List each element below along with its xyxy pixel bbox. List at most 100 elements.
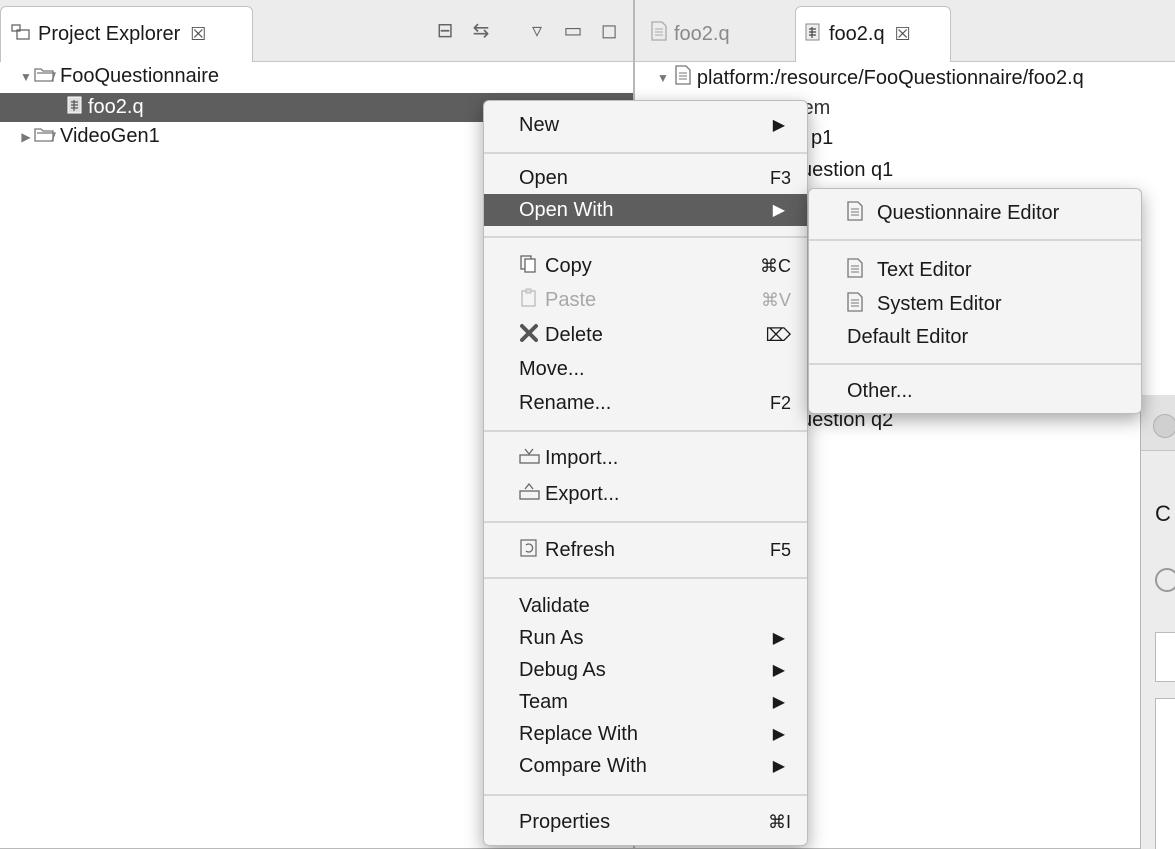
folder-icon	[34, 65, 56, 88]
menu-separator	[484, 236, 807, 238]
menu-item-team[interactable]: Team ▶	[484, 686, 807, 718]
menu-item-other[interactable]: Other...	[809, 375, 1141, 407]
dialog-window: C	[1140, 395, 1175, 849]
menu-item-label: New	[519, 113, 560, 136]
close-icon[interactable]: ☒	[895, 24, 911, 45]
open-with-submenu: Questionnaire Editor Text Editor System …	[808, 188, 1142, 414]
submenu-arrow-icon: ▶	[772, 202, 785, 219]
dialog-list[interactable]	[1155, 698, 1175, 849]
tab-foo2-q-active[interactable]: foo2.q ☒	[795, 6, 951, 62]
submenu-arrow-icon: ▶	[772, 758, 785, 775]
window-close-icon[interactable]	[1153, 414, 1175, 438]
submenu-arrow-icon: ▶	[772, 694, 785, 711]
menu-item-export[interactable]: Export...	[484, 478, 807, 510]
menu-item-debug-as[interactable]: Debug As ▶	[484, 654, 807, 686]
menu-separator	[484, 521, 807, 523]
collapsed-arrow-icon[interactable]: ▶	[18, 130, 34, 144]
tab-label: foo2.q	[829, 23, 885, 45]
document-icon	[847, 291, 877, 317]
paste-icon	[519, 288, 545, 313]
tree-item-label: VideoGen1	[60, 125, 160, 147]
expanded-arrow-icon[interactable]: ▼	[657, 71, 669, 85]
collapse-all-icon[interactable]: ⊟	[434, 18, 456, 43]
export-icon	[519, 482, 545, 506]
project-explorer-icon	[11, 23, 31, 47]
context-menu: New ▶ Open F3 Open With ▶ Copy ⌘C Paste …	[483, 100, 808, 846]
menu-item-label: System Editor	[877, 292, 1002, 315]
menu-item-open[interactable]: Open F3	[484, 162, 807, 194]
menu-item-label: Questionnaire Editor	[877, 201, 1060, 224]
editor-tree-p1[interactable]: p1	[811, 123, 833, 153]
menu-item-label: Paste	[545, 288, 597, 311]
menu-item-move[interactable]: Move...	[484, 353, 807, 385]
delete-key-icon: ⌦	[765, 324, 791, 345]
maximize-icon[interactable]: ◻	[598, 18, 620, 43]
menu-item-replace-with[interactable]: Replace With ▶	[484, 718, 807, 750]
menu-item-label: Delete	[545, 323, 603, 346]
menu-item-label: Import...	[545, 446, 619, 469]
menu-item-run-as[interactable]: Run As ▶	[484, 622, 807, 654]
menu-item-label: Text Editor	[877, 258, 972, 281]
view-menu-icon[interactable]: ▿	[526, 18, 548, 43]
editor-tree-question-q1[interactable]: uestion q1	[801, 155, 893, 185]
import-icon	[519, 447, 545, 470]
menu-item-validate[interactable]: Validate	[484, 590, 807, 622]
menu-item-properties[interactable]: Properties ⌘I	[484, 806, 807, 838]
menu-item-paste[interactable]: Paste ⌘V	[484, 284, 807, 316]
folder-icon	[34, 125, 56, 148]
menu-shortcut: F2	[769, 392, 791, 413]
menu-item-label: Debug As	[519, 658, 606, 681]
menu-item-label: Rename...	[519, 391, 612, 414]
submenu-arrow-icon: ▶	[772, 662, 785, 679]
menu-item-refresh[interactable]: Refresh F5	[484, 534, 807, 566]
menu-shortcut: F5	[769, 539, 791, 560]
submenu-arrow-icon: ▶	[772, 726, 785, 743]
menu-item-label: Team	[519, 690, 568, 713]
menu-item-copy[interactable]: Copy ⌘C	[484, 250, 807, 282]
menu-separator	[809, 363, 1141, 365]
dialog-text-field[interactable]	[1155, 632, 1175, 682]
minimize-icon[interactable]: ▭	[562, 18, 584, 43]
menu-item-open-with[interactable]: Open With ▶	[484, 194, 807, 226]
menu-separator	[484, 430, 807, 432]
document-icon	[675, 65, 691, 91]
menu-item-label: Compare With	[519, 754, 647, 777]
menu-item-compare-with[interactable]: Compare With ▶	[484, 750, 807, 782]
menu-item-label: Properties	[519, 810, 611, 833]
menu-item-new[interactable]: New ▶	[484, 109, 807, 141]
menu-item-label: Open With	[519, 198, 614, 221]
close-icon[interactable]: ☒	[190, 24, 206, 45]
menu-shortcut: F3	[769, 167, 791, 188]
menu-separator	[484, 794, 807, 796]
menu-item-rename[interactable]: Rename... F2	[484, 387, 807, 419]
document-icon	[651, 21, 667, 47]
editor-tabbar: foo2.q foo2.q ☒	[635, 0, 1175, 62]
menu-item-import[interactable]: Import...	[484, 442, 807, 474]
menu-item-label: Refresh	[545, 538, 616, 561]
expanded-arrow-icon[interactable]: ▼	[18, 70, 34, 84]
menu-item-system-editor[interactable]: System Editor	[809, 288, 1141, 320]
menu-item-delete[interactable]: Delete ⌦	[484, 319, 807, 351]
view-toolbar: ⊟ ⇆ ▿ ▭ ◻	[434, 18, 620, 43]
tree-item-fooquestionnaire[interactable]: ▼ FooQuestionnaire	[0, 62, 633, 91]
menu-item-label: Other...	[847, 379, 913, 402]
dialog-titlebar	[1141, 395, 1175, 451]
document-icon	[847, 257, 877, 283]
menu-item-questionnaire-editor[interactable]: Questionnaire Editor	[809, 197, 1141, 229]
menu-separator	[484, 152, 807, 154]
editor-tree-label: p1	[811, 126, 834, 149]
link-with-editor-icon[interactable]: ⇆	[470, 18, 492, 43]
radio-button[interactable]	[1155, 568, 1175, 592]
menu-item-default-editor[interactable]: Default Editor	[809, 321, 1141, 353]
tab-foo2-q-inactive[interactable]: foo2.q	[645, 6, 795, 62]
editor-tree-root[interactable]: ▼ platform:/resource/FooQuestionnaire/fo…	[657, 63, 1084, 93]
questionnaire-file-icon	[66, 96, 84, 120]
dialog-heading: C	[1155, 501, 1171, 526]
editor-tree-label: uestion q1	[801, 158, 894, 181]
menu-separator	[484, 577, 807, 579]
document-icon	[847, 200, 877, 226]
tab-project-explorer[interactable]: Project Explorer ☒	[0, 6, 253, 62]
menu-item-text-editor[interactable]: Text Editor	[809, 254, 1141, 286]
menu-item-label: Copy	[545, 254, 592, 277]
menu-shortcut: ⌘C	[760, 255, 791, 276]
